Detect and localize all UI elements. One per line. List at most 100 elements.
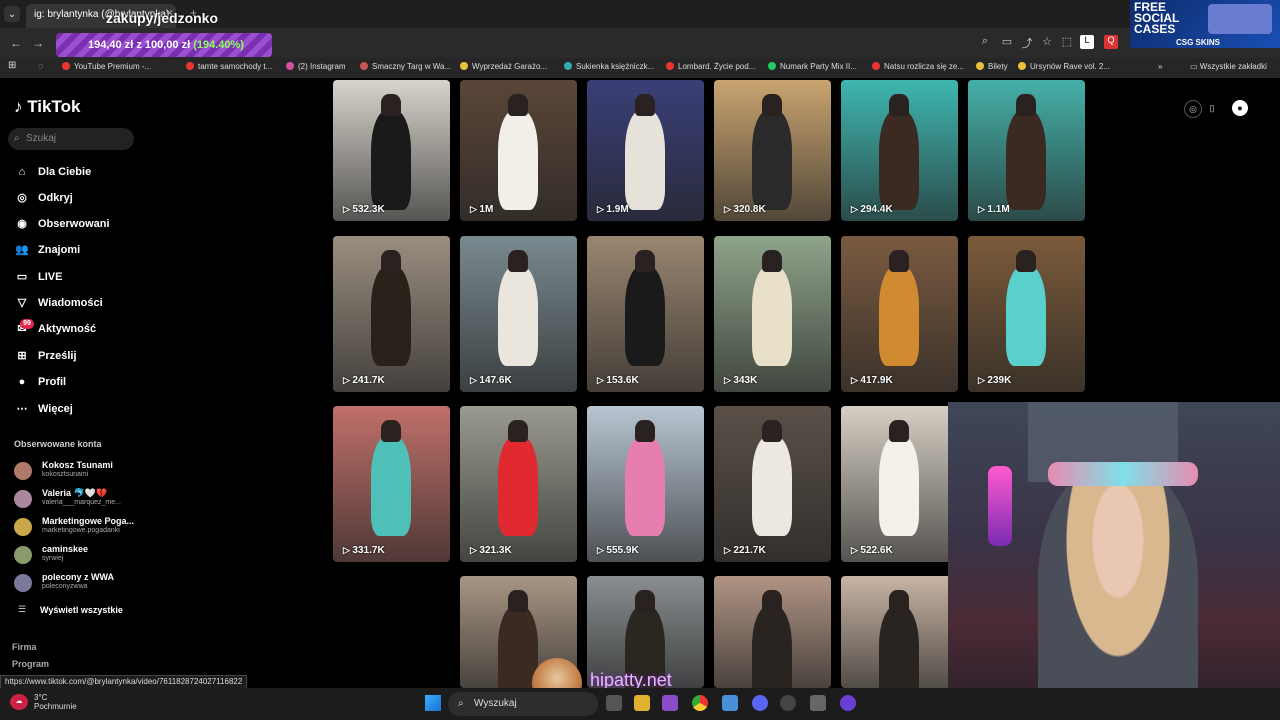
- sidebar-item-odkryj[interactable]: ◎ Odkryj: [14, 189, 73, 207]
- sidebar-item-znajomi[interactable]: 👥 Znajomi: [14, 241, 80, 259]
- bookmark-item[interactable]: Ursynów Rave vol. 2...: [1018, 62, 1110, 71]
- video-tile[interactable]: 294.4K: [841, 80, 958, 221]
- app-icon[interactable]: [840, 695, 856, 711]
- video-tile[interactable]: 522.6K: [841, 406, 958, 562]
- reload-extension-icon[interactable]: ◌: [38, 61, 43, 71]
- store-icon[interactable]: [662, 695, 678, 711]
- zoom-icon[interactable]: ⌕: [978, 35, 992, 49]
- sidebar-item-label: Prześlij: [38, 350, 77, 362]
- video-tile[interactable]: 321.3K: [460, 406, 577, 562]
- video-tile[interactable]: 1.9M: [587, 80, 704, 221]
- sidebar-item-label: Profil: [38, 376, 67, 388]
- extension-q-icon[interactable]: Q: [1104, 35, 1118, 49]
- sidebar-item-prześlij[interactable]: ⊞ Prześlij: [14, 347, 77, 365]
- bookmark-item[interactable]: Numark Party Mix II...: [768, 62, 857, 71]
- video-thumbnail-head: [889, 94, 909, 116]
- search-icon: ⌕: [14, 133, 20, 144]
- following-icon: ◉: [17, 218, 27, 230]
- file-explorer-icon[interactable]: [634, 695, 650, 711]
- sidebar-item-label: LIVE: [38, 271, 63, 283]
- bookmark-item[interactable]: Sukienka księżniczk...: [564, 62, 654, 71]
- live-icon: ▭: [16, 271, 28, 283]
- chrome-icon[interactable]: [692, 695, 708, 711]
- profile-avatar[interactable]: ●: [1232, 100, 1248, 116]
- all-bookmarks-folder[interactable]: ▭ Wszystkie zakładki: [1190, 62, 1267, 71]
- video-tile[interactable]: [841, 576, 958, 688]
- video-thumbnail-figure: [879, 110, 919, 210]
- bookmark-item[interactable]: Lombard. Życie pod...: [666, 62, 755, 71]
- bookmark-star-icon[interactable]: ☆: [1040, 35, 1054, 49]
- weather-widget[interactable]: 3°C Pochmurnie: [20, 693, 77, 711]
- sidebar-item-dla-ciebie[interactable]: ⌂ Dla Ciebie: [14, 163, 92, 181]
- bookmark-item[interactable]: YouTube Premium -...: [62, 62, 151, 71]
- compass-icon[interactable]: ◎: [1184, 100, 1202, 118]
- sidebar-item-więcej[interactable]: ⋯ Więcej: [14, 400, 73, 418]
- taskbar-search-label: Wyszukaj: [474, 698, 517, 709]
- video-thumbnail-head: [381, 94, 401, 116]
- taskbar-search[interactable]: ⌕ Wyszukaj: [448, 692, 598, 716]
- weather-desc: Pochmurnie: [34, 702, 77, 711]
- video-tile[interactable]: 153.6K: [587, 236, 704, 392]
- bookmark-item[interactable]: Natsu rozlicza się ze...: [872, 62, 964, 71]
- device-icon[interactable]: ▯: [1204, 100, 1220, 116]
- list-icon: ☰: [18, 604, 27, 614]
- footer-program[interactable]: Program: [12, 659, 49, 669]
- discord-icon[interactable]: [752, 695, 768, 711]
- sidebar-item-label: Aktywność: [38, 323, 97, 335]
- video-thumbnail-head: [508, 590, 528, 612]
- video-tile[interactable]: 532.3K: [333, 80, 450, 221]
- tab-list-button[interactable]: ⌄: [4, 6, 20, 22]
- video-thumbnail-head: [635, 420, 655, 442]
- back-icon[interactable]: ←: [10, 36, 22, 50]
- obs-icon[interactable]: [780, 695, 796, 711]
- cast-icon[interactable]: ▭: [1000, 35, 1014, 49]
- activity-badge: 99: [20, 319, 34, 329]
- forward-icon[interactable]: →: [32, 36, 44, 50]
- video-view-count: 343K: [724, 375, 757, 386]
- settings-icon[interactable]: [810, 695, 826, 711]
- sidebar-item-live[interactable]: ▭ LIVE: [14, 268, 63, 286]
- extension-icon[interactable]: ⬚: [1060, 35, 1074, 49]
- tiktok-logo[interactable]: ♪ TikTok: [14, 97, 80, 117]
- share-icon[interactable]: ⤴: [1020, 35, 1034, 50]
- video-thumbnail-figure: [371, 436, 411, 536]
- video-tile[interactable]: 555.9K: [587, 406, 704, 562]
- video-thumbnail-figure: [625, 110, 665, 210]
- windows-start-icon[interactable]: [425, 695, 441, 711]
- sidebar-item-obserwowani[interactable]: ◉ Obserwowani: [14, 215, 109, 233]
- video-thumbnail-figure: [879, 266, 919, 366]
- video-tile[interactable]: 147.6K: [460, 236, 577, 392]
- video-tile[interactable]: 1.1M: [968, 80, 1085, 221]
- bookmark-item[interactable]: Bilety: [976, 62, 1008, 71]
- video-tile[interactable]: 221.7K: [714, 406, 831, 562]
- csgo-skins-ad[interactable]: FREE SOCIAL CASES CSG SKINS: [1130, 0, 1280, 48]
- extension-l-icon[interactable]: L: [1080, 35, 1094, 49]
- show-all-button[interactable]: Wyświetl wszystkie: [40, 605, 123, 615]
- bookmark-item[interactable]: Smaczny Targ w Wa...: [360, 62, 451, 71]
- sidebar-item-wiadomości[interactable]: ▽ Wiadomości: [14, 294, 103, 312]
- video-tile[interactable]: 241.7K: [333, 236, 450, 392]
- bookmark-favicon-icon: [976, 62, 984, 70]
- bookmarks-more-icon[interactable]: »: [1158, 62, 1162, 71]
- bookmark-label: Numark Party Mix II...: [780, 62, 857, 71]
- video-view-count: 1M: [470, 204, 493, 215]
- video-view-count: 1.9M: [597, 204, 628, 215]
- task-view-icon[interactable]: [606, 695, 622, 711]
- bookmark-item[interactable]: tamte samochody t...: [186, 62, 272, 71]
- video-tile[interactable]: 239K: [968, 236, 1085, 392]
- bookmark-item[interactable]: (2) Instagram: [286, 62, 346, 71]
- search-input[interactable]: ⌕ Szukaj: [8, 128, 134, 150]
- notepad-icon[interactable]: [722, 695, 738, 711]
- video-tile[interactable]: 417.9K: [841, 236, 958, 392]
- video-tile[interactable]: [714, 576, 831, 688]
- video-tile[interactable]: 331.7K: [333, 406, 450, 562]
- sidebar-item-profil[interactable]: ● Profil: [14, 373, 66, 391]
- video-thumbnail-head: [508, 420, 528, 442]
- bookmark-item[interactable]: Wyprzedaż Garażo...: [460, 62, 547, 71]
- video-tile[interactable]: 343K: [714, 236, 831, 392]
- footer-company[interactable]: Firma: [12, 642, 37, 652]
- apps-grid-icon[interactable]: ⊞: [8, 60, 16, 71]
- video-tile[interactable]: 1M: [460, 80, 577, 221]
- avatar: [14, 546, 32, 564]
- video-tile[interactable]: 320.8K: [714, 80, 831, 221]
